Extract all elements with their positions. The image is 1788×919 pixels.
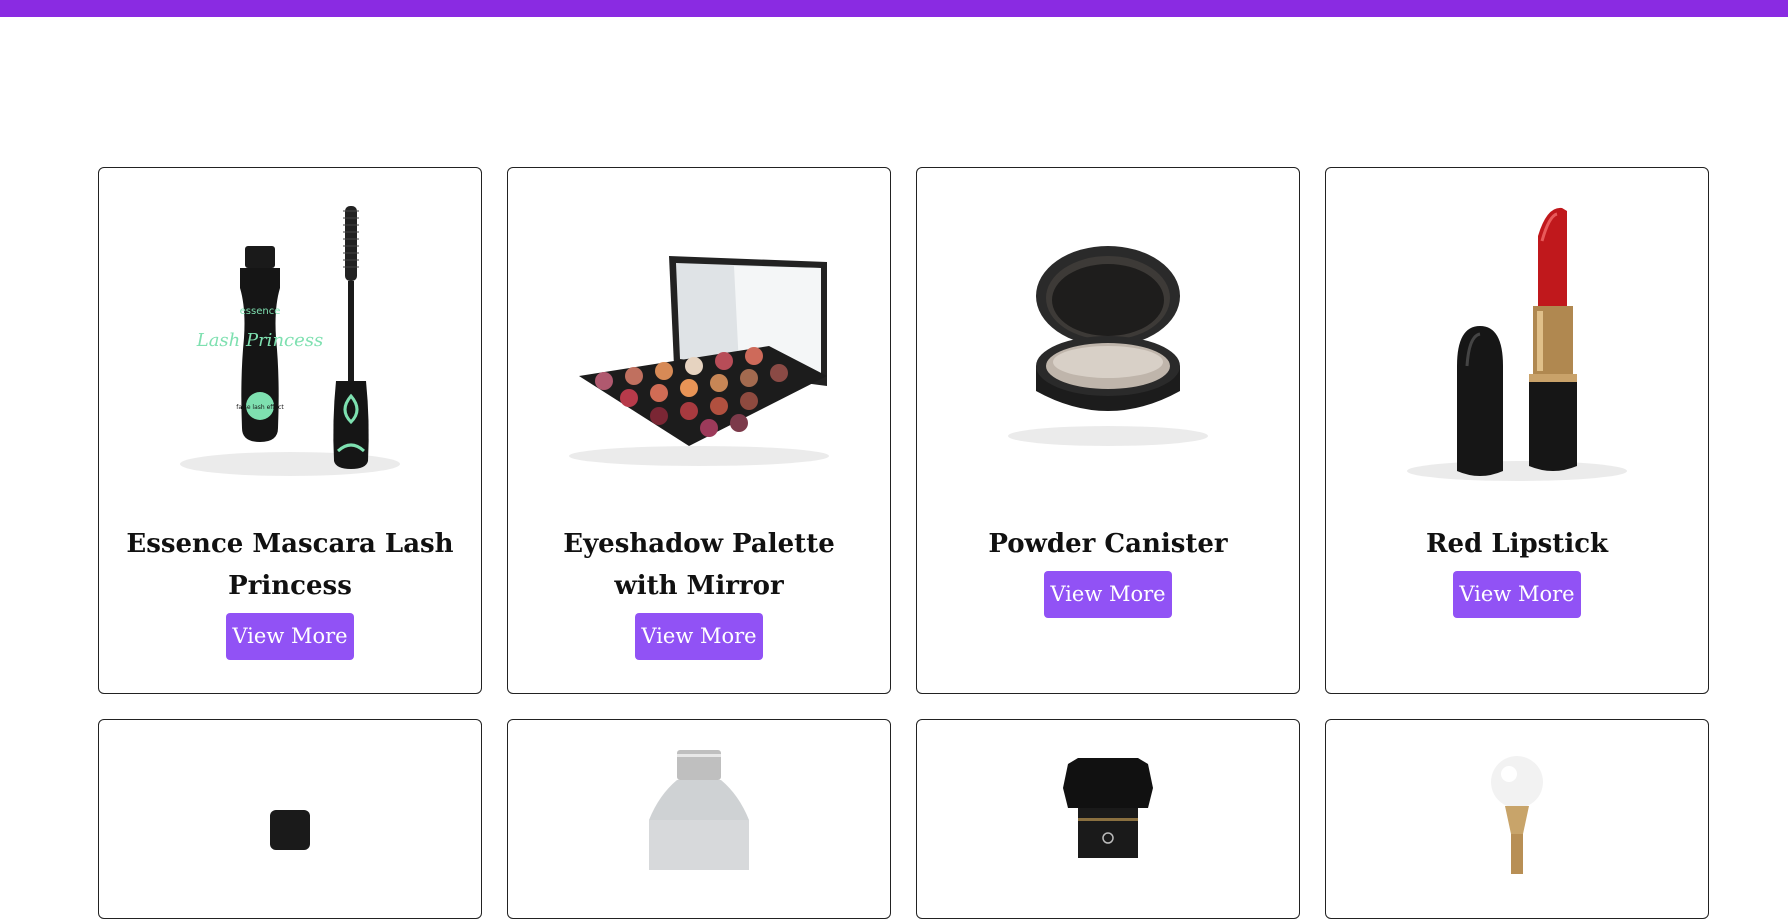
- eyeshadow-palette-image: [508, 168, 890, 523]
- black-perfume-image: [917, 720, 1299, 918]
- product-card: [98, 719, 482, 919]
- powder-canister-image: [917, 168, 1299, 523]
- badge-label: false lash effect: [236, 404, 284, 411]
- product-title: Red Lipstick: [1425, 529, 1609, 559]
- red-lipstick-image: [1326, 168, 1708, 523]
- view-more-button[interactable]: View More: [635, 613, 763, 660]
- silver-bottle-image: [508, 720, 890, 918]
- product-card: [507, 719, 891, 919]
- top-bar: [0, 0, 1788, 17]
- product-title: Essence Mascara Lash Princess: [126, 529, 454, 601]
- view-more-button[interactable]: View More: [226, 613, 354, 660]
- view-more-button[interactable]: View More: [1044, 571, 1172, 618]
- product-card: essence Lash Princess false lash effect: [98, 167, 482, 694]
- mascara-image: essence Lash Princess false lash effect: [99, 168, 481, 523]
- product-card: Eyeshadow Palette with Mirror View More: [507, 167, 891, 694]
- product-title: Eyeshadow Palette with Mirror: [563, 529, 835, 601]
- bottle-image: [99, 720, 481, 918]
- product-label: Lash Princess: [196, 330, 324, 351]
- product-card: [916, 719, 1300, 919]
- brand-label: essence: [240, 306, 281, 317]
- view-more-button[interactable]: View More: [1453, 571, 1581, 618]
- product-card: Red Lipstick View More: [1325, 167, 1709, 694]
- product-card: [1325, 719, 1709, 919]
- product-card: Powder Canister View More: [916, 167, 1300, 694]
- product-grid: essence Lash Princess false lash effect: [98, 167, 1709, 919]
- product-title: Powder Canister: [988, 529, 1228, 559]
- pearl-cap-perfume-image: [1326, 720, 1708, 918]
